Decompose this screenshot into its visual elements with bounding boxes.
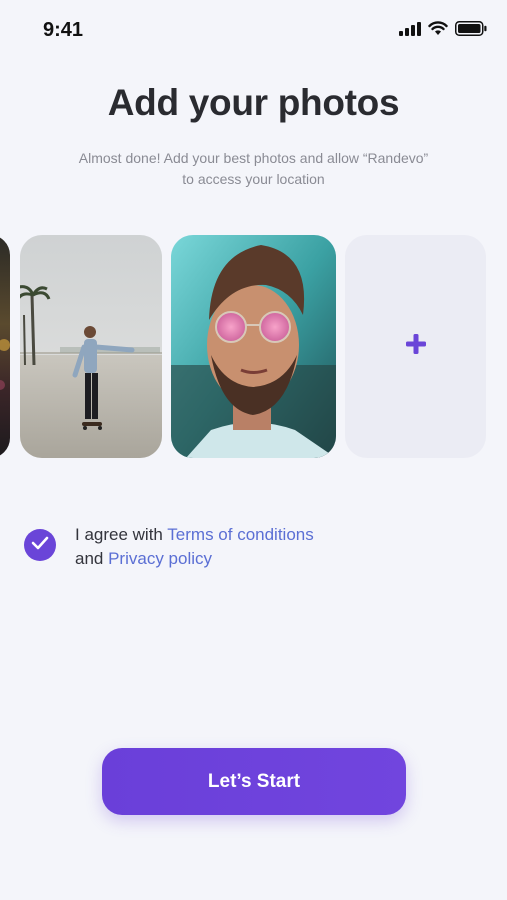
lets-start-button[interactable]: Let’s Start <box>102 748 406 815</box>
photo-partial[interactable] <box>0 235 10 458</box>
photo-carousel[interactable] <box>0 235 507 458</box>
status-time: 9:41 <box>43 19 84 41</box>
photo-man-sunglasses[interactable] <box>171 235 336 458</box>
agree-joiner: and <box>75 549 109 568</box>
agreement-text: I agree with Terms of conditions and Pri… <box>75 523 314 571</box>
photo-skateboarder[interactable] <box>20 235 162 458</box>
signal-icon <box>399 21 421 41</box>
page-subtitle: Almost done! Add your best photos and al… <box>50 148 457 190</box>
status-icons <box>399 21 487 41</box>
subtitle-line-2: to access your location <box>182 171 325 187</box>
plus-icon <box>405 333 427 360</box>
checkmark-icon <box>31 536 49 555</box>
page-title: Add your photos <box>107 82 400 123</box>
subtitle-line-1: Almost done! Add your best photos and al… <box>78 150 429 166</box>
privacy-link[interactable]: Privacy policy <box>108 549 212 568</box>
wifi-icon <box>428 21 448 41</box>
status-bar: 9:41 <box>0 0 507 60</box>
battery-icon <box>455 21 487 41</box>
agree-checkbox[interactable] <box>24 529 56 561</box>
agree-prefix: I agree with <box>75 525 168 544</box>
agreement-row: I agree with Terms of conditions and Pri… <box>24 523 464 573</box>
add-photo-button[interactable] <box>345 235 486 458</box>
terms-link[interactable]: Terms of conditions <box>167 525 313 544</box>
